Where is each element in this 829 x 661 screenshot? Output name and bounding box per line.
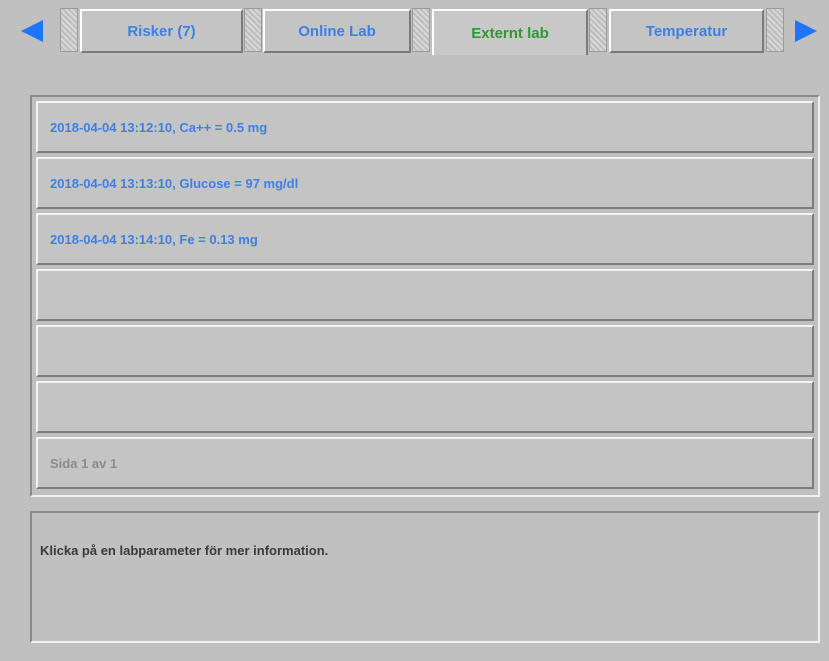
tab-online-lab[interactable]: Online Lab <box>263 9 411 53</box>
tab-separator <box>412 8 430 52</box>
lab-entry-row[interactable]: 2018-04-04 13:12:10, Ca++ = 0.5 mg <box>36 101 814 153</box>
screen: Risker (7) Online Lab Externt lab Temper… <box>0 0 829 661</box>
lab-entry-row-empty <box>36 269 814 321</box>
tab-risker[interactable]: Risker (7) <box>80 9 243 53</box>
pager-label: Sida 1 av 1 <box>36 437 814 489</box>
lab-entry-row[interactable]: 2018-04-04 13:13:10, Glucose = 97 mg/dl <box>36 157 814 209</box>
tab-temperatur[interactable]: Temperatur <box>609 9 764 53</box>
tab-separator <box>766 8 784 52</box>
lab-entry-row-empty <box>36 381 814 433</box>
lab-entry-row[interactable]: 2018-04-04 13:14:10, Fe = 0.13 mg <box>36 213 814 265</box>
tab-separator <box>60 8 78 52</box>
tab-externt-lab[interactable]: Externt lab <box>432 9 588 55</box>
lab-entry-row-empty <box>36 325 814 377</box>
tab-separator <box>589 8 607 52</box>
info-panel: Klicka på en labparameter för mer inform… <box>30 511 820 643</box>
info-message: Klicka på en labparameter för mer inform… <box>40 543 329 558</box>
arrow-right-icon[interactable] <box>795 20 817 42</box>
arrow-left-icon[interactable] <box>21 20 43 42</box>
tab-bar: Risker (7) Online Lab Externt lab Temper… <box>0 0 829 62</box>
lab-list-panel: 2018-04-04 13:12:10, Ca++ = 0.5 mg 2018-… <box>30 95 820 497</box>
tab-separator <box>244 8 262 52</box>
